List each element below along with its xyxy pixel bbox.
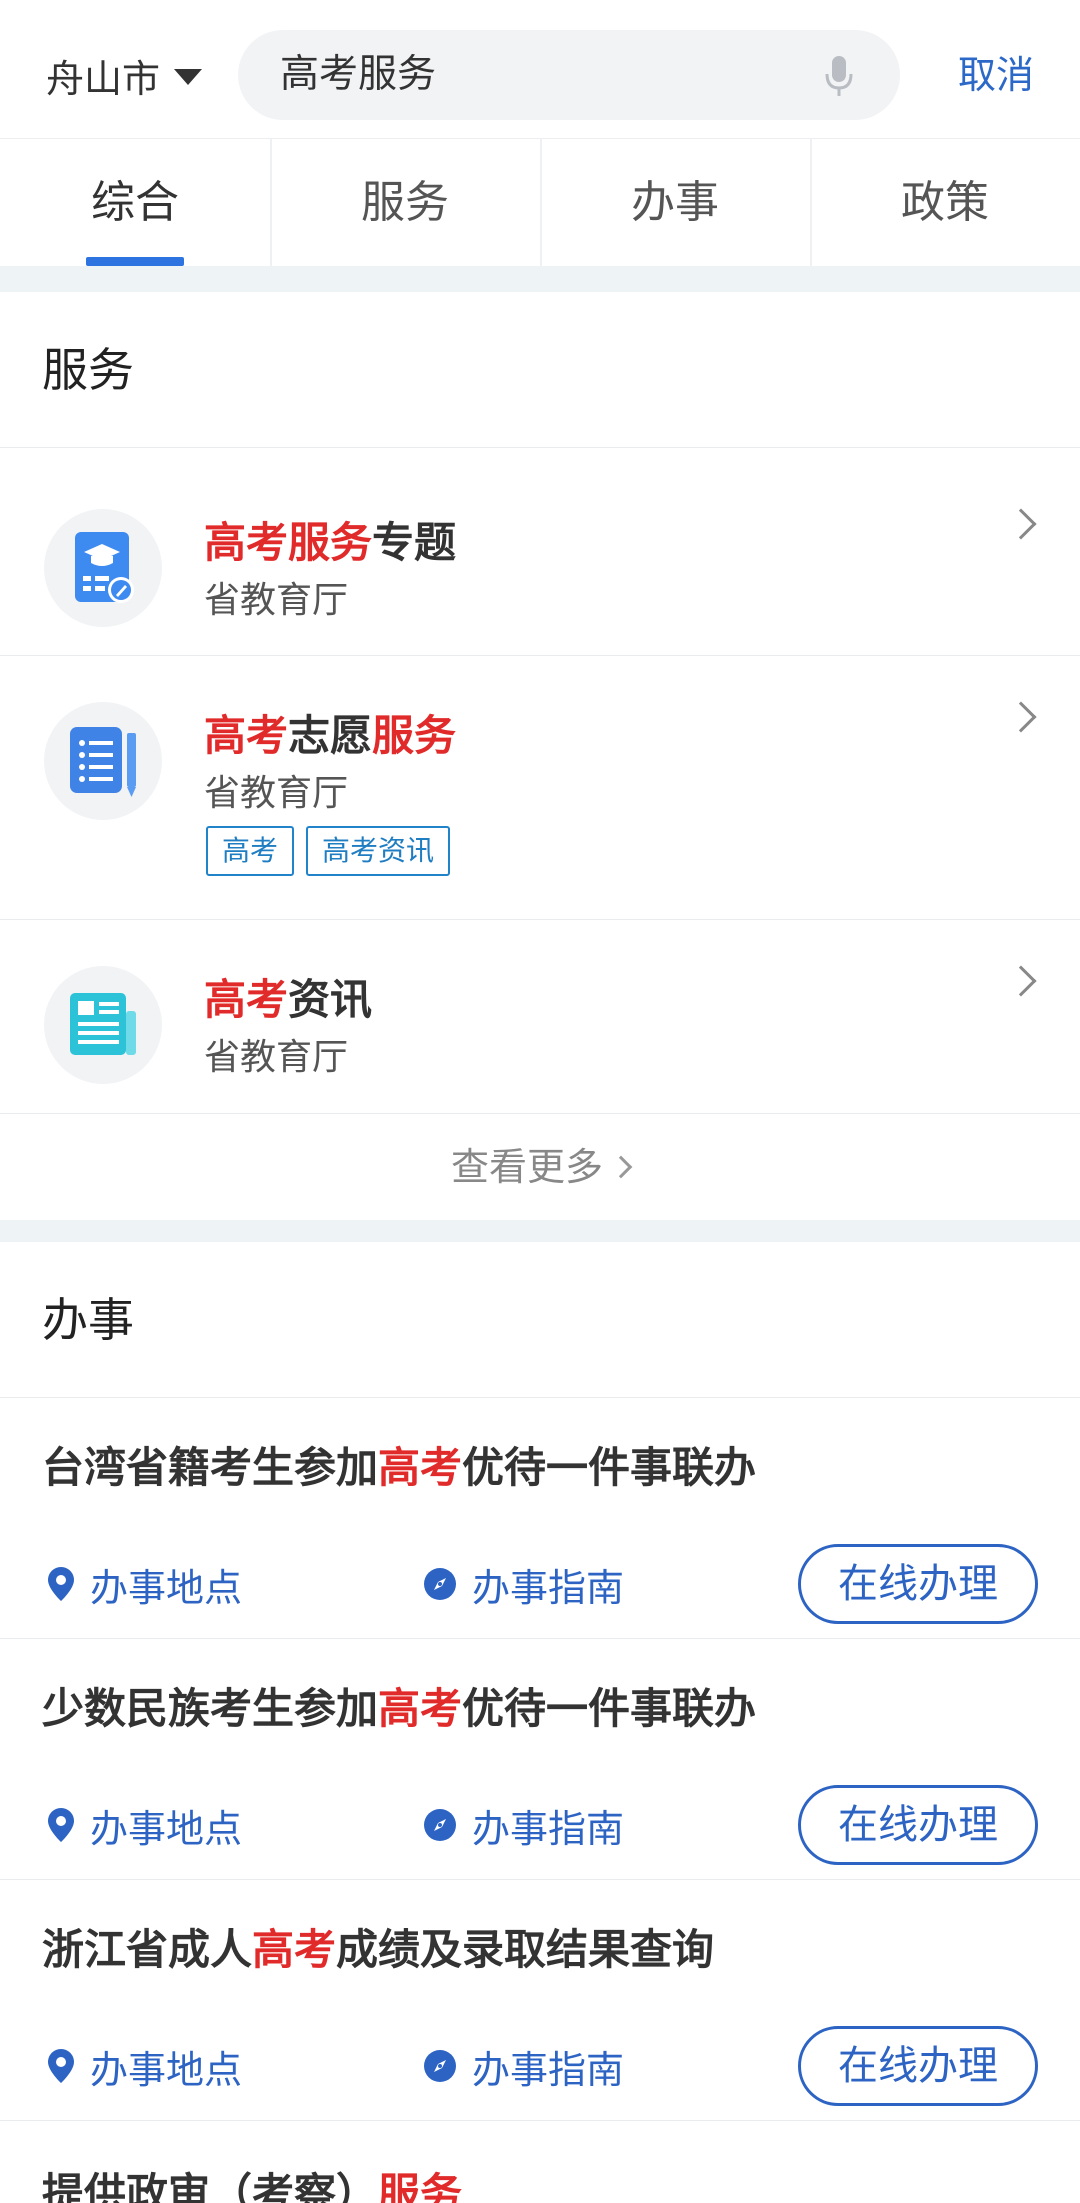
service-item[interactable]: 高考服务专题 省教育厅: [0, 449, 1080, 656]
graduation-cap-doc-icon: [44, 509, 162, 627]
location-label: 办事地点: [90, 2047, 243, 2092]
title-highlight: 高考: [204, 975, 289, 1024]
tag[interactable]: 高考资讯: [306, 826, 451, 876]
chevron-right-icon: [1005, 965, 1037, 997]
location-label: 办事地点: [90, 1806, 243, 1851]
affair-item[interactable]: 台湾省籍考生参加高考优待一件事联办 办事地点 办事指南 在线办理: [0, 1398, 1080, 1639]
affair-item[interactable]: 浙江省成人高考成绩及录取结果查询 办事地点 办事指南 在线办理: [0, 1880, 1080, 2121]
location-label: 办事地点: [90, 1565, 243, 1610]
affair-title: 浙江省成人高考成绩及录取结果查询: [42, 1916, 714, 1977]
section-title: 服务: [42, 343, 134, 397]
view-more-label: 查看更多: [450, 1145, 603, 1189]
tab-label: 服务: [361, 177, 449, 228]
compass-icon: [424, 1568, 456, 1600]
tab-all[interactable]: 综合: [0, 139, 270, 266]
guide-label: 办事指南: [472, 1806, 625, 1851]
guide-link[interactable]: 办事指南: [424, 1544, 624, 1624]
title-text: 台湾省籍考生参加: [42, 1443, 379, 1492]
service-department: 省教育厅: [204, 773, 349, 814]
location-pin-icon: [48, 1808, 74, 1842]
affair-item[interactable]: 少数民族考生参加高考优待一件事联办 办事地点 办事指南 在线办理: [0, 1639, 1080, 1880]
title-text: 成绩及录取结果查询: [336, 1925, 715, 1974]
location-pin-icon: [48, 2049, 74, 2083]
guide-link[interactable]: 办事指南: [424, 1785, 624, 1865]
service-department: 省教育厅: [204, 580, 349, 621]
affair-title: 台湾省籍考生参加高考优待一件事联办: [42, 1434, 756, 1495]
tab-services[interactable]: 服务: [270, 139, 540, 266]
chevron-right-icon: [1005, 508, 1037, 540]
view-more-button[interactable]: 查看更多: [0, 1114, 1080, 1220]
title-text: 志愿: [288, 711, 373, 760]
title-highlight: 高考: [378, 1443, 463, 1492]
title-text: 少数民族考生参加: [42, 1684, 379, 1733]
guide-link[interactable]: 办事指南: [424, 2026, 624, 2106]
city-label: 舟山市: [46, 56, 161, 101]
service-tags: 高考 高考资讯: [206, 826, 451, 876]
location-link[interactable]: 办事地点: [48, 1544, 242, 1624]
active-tab-indicator: [86, 257, 184, 266]
search-input[interactable]: 高考服务: [238, 30, 900, 120]
affair-actions: 办事地点 办事指南 在线办理: [0, 1785, 1080, 1865]
title-text: 资讯: [288, 975, 373, 1024]
title-highlight: 高考: [378, 1684, 463, 1733]
chevron-right-icon: [1005, 701, 1037, 733]
microphone-icon[interactable]: [824, 56, 854, 96]
top-search-bar: 舟山市 高考服务 取消: [0, 0, 1080, 138]
online-handle-button[interactable]: 在线办理: [798, 1785, 1038, 1865]
search-query-text: 高考服务: [280, 52, 437, 97]
title-highlight: 高考: [252, 1925, 337, 1974]
title-highlight: 服务: [378, 2169, 463, 2203]
compass-icon: [424, 1809, 456, 1841]
tag[interactable]: 高考: [206, 826, 295, 876]
title-text: 优待一件事联办: [462, 1684, 757, 1733]
tab-policy[interactable]: 政策: [810, 139, 1080, 266]
service-title: 高考资讯: [204, 966, 372, 1027]
compass-icon: [424, 2050, 456, 2082]
title-text: 优待一件事联办: [462, 1443, 757, 1492]
title-text: 浙江省成人: [42, 1925, 253, 1974]
cancel-button[interactable]: 取消: [958, 40, 1034, 110]
affair-actions: 办事地点 办事指南 在线办理: [0, 1544, 1080, 1624]
guide-label: 办事指南: [472, 1565, 625, 1610]
title-highlight: 高考服务: [204, 518, 373, 567]
dropdown-caret-icon: [174, 69, 203, 85]
title-text: 专题: [372, 518, 457, 567]
city-selector[interactable]: 舟山市: [46, 50, 203, 101]
online-handle-button[interactable]: 在线办理: [798, 2026, 1038, 2106]
title-highlight: 服务: [372, 711, 457, 760]
location-pin-icon: [48, 1567, 74, 1601]
service-department: 省教育厅: [204, 1037, 349, 1078]
service-item[interactable]: 高考志愿服务 省教育厅 高考 高考资讯: [0, 656, 1080, 920]
section-divider: [0, 266, 1080, 292]
section-divider: [0, 1220, 1080, 1242]
section-title: 办事: [42, 1293, 134, 1347]
tab-label: 政策: [901, 177, 989, 228]
affair-title: 少数民族考生参加高考优待一件事联办: [42, 1675, 756, 1736]
title-highlight: 高考: [204, 711, 289, 760]
service-title: 高考服务专题: [204, 509, 456, 570]
service-title: 高考志愿服务: [204, 702, 456, 763]
location-link[interactable]: 办事地点: [48, 2026, 242, 2106]
tab-label: 综合: [91, 177, 179, 228]
affair-item-partial[interactable]: 提供政审（考察）服务: [42, 2160, 462, 2203]
tab-affairs[interactable]: 办事: [540, 139, 810, 266]
chevron-right-icon: [609, 1155, 633, 1178]
list-notepad-icon: [44, 702, 162, 820]
location-link[interactable]: 办事地点: [48, 1785, 242, 1865]
result-tabs: 综合 服务 办事 政策: [0, 138, 1080, 266]
affair-actions: 办事地点 办事指南 在线办理: [0, 2026, 1080, 2106]
newspaper-icon: [44, 966, 162, 1084]
title-text: 提供政审（考察）: [42, 2169, 379, 2203]
guide-label: 办事指南: [472, 2047, 625, 2092]
tab-label: 办事: [631, 177, 719, 228]
online-handle-button[interactable]: 在线办理: [798, 1544, 1038, 1624]
service-item[interactable]: 高考资讯 省教育厅: [0, 920, 1080, 1114]
services-section-header: 服务: [0, 292, 1080, 448]
affairs-section-header: 办事: [0, 1242, 1080, 1398]
